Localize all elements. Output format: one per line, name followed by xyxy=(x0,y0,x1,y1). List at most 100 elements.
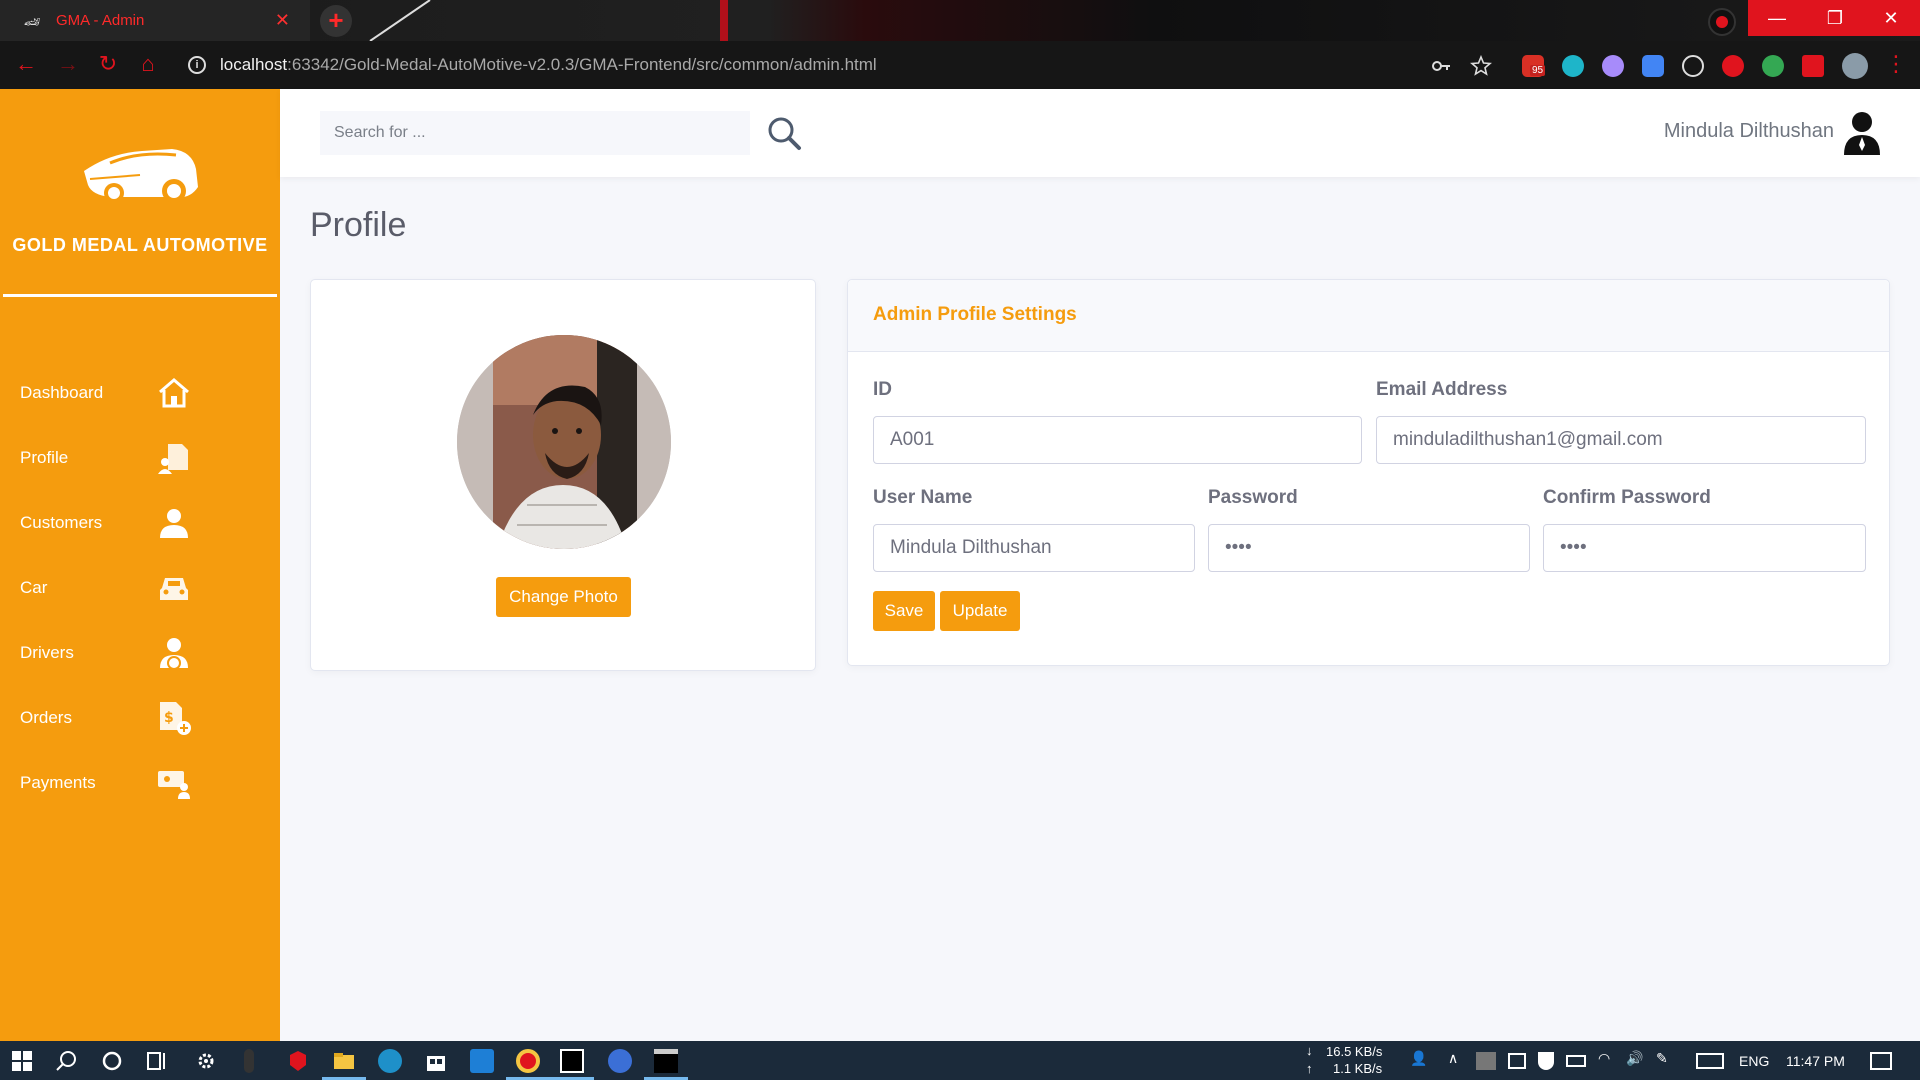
extension-globe-icon[interactable] xyxy=(1762,55,1784,77)
sidebar-item-label: Dashboard xyxy=(20,383,104,402)
chrome-menu-icon[interactable]: ⋮ xyxy=(1884,52,1908,76)
touch-keyboard-icon[interactable] xyxy=(1696,1053,1724,1069)
pen-app-icon[interactable] xyxy=(244,1049,254,1073)
file-explorer-icon[interactable] xyxy=(332,1049,356,1073)
settings-gear-icon[interactable] xyxy=(194,1049,218,1073)
extension-record-icon[interactable] xyxy=(1708,8,1736,36)
task-view-icon[interactable] xyxy=(144,1049,168,1073)
wifi-icon[interactable]: ◠ xyxy=(1598,1050,1610,1067)
tray-app-icon[interactable] xyxy=(1476,1052,1496,1070)
volume-icon[interactable]: 🔊 xyxy=(1626,1050,1643,1067)
sidebar-item-customers[interactable]: Customers xyxy=(0,498,280,548)
react-devtools-icon[interactable] xyxy=(1682,55,1704,77)
new-tab-button[interactable]: + xyxy=(320,5,352,37)
extension-m-icon[interactable] xyxy=(1562,55,1584,77)
decorative-stripe-red xyxy=(720,0,728,41)
download-speed: 16.5 KB/s xyxy=(1326,1044,1383,1059)
translate-extension-icon[interactable] xyxy=(1642,55,1664,77)
change-photo-button[interactable]: Change Photo xyxy=(496,577,631,617)
card-title: Admin Profile Settings xyxy=(873,304,1077,325)
upload-speed: 1.1 KB/s xyxy=(1333,1061,1383,1076)
intellij-icon[interactable] xyxy=(560,1049,584,1073)
extensions-puzzle-icon[interactable] xyxy=(1802,55,1824,77)
show-hidden-icons-icon[interactable]: ∧ xyxy=(1448,1050,1458,1067)
user-avatar-icon[interactable] xyxy=(1842,111,1882,155)
restore-button[interactable]: ❐ xyxy=(1806,0,1864,36)
chrome-profile-avatar[interactable] xyxy=(1842,53,1868,79)
download-arrow-icon: ↓ xyxy=(1306,1043,1313,1058)
url-host: localhost xyxy=(220,55,288,74)
reload-icon[interactable]: ↻ xyxy=(96,52,120,76)
url-path: :63342/Gold-Medal-AutoMotive-v2.0.3/GMA-… xyxy=(287,55,877,74)
decorative-stripe xyxy=(369,0,431,41)
forward-icon[interactable]: → xyxy=(56,52,80,76)
people-icon[interactable]: 👤 xyxy=(1410,1050,1427,1067)
terminal-icon[interactable] xyxy=(654,1049,678,1073)
car-icon xyxy=(160,578,188,600)
password-label: Password xyxy=(1208,487,1298,508)
sidebar-item-label: Profile xyxy=(20,448,69,467)
top-header: Mindula Dilthushan xyxy=(280,89,1920,177)
clock-time[interactable]: 11:47 PM xyxy=(1786,1053,1845,1069)
brand-name: GOLD MEDAL AUTOMOTIVE xyxy=(12,235,268,255)
red-app-icon[interactable] xyxy=(286,1049,310,1073)
notifications-icon[interactable] xyxy=(1870,1052,1892,1070)
confirm-password-field[interactable] xyxy=(1543,524,1866,572)
car-favicon-icon: 🏎 xyxy=(24,13,41,29)
cortana-icon[interactable] xyxy=(100,1049,124,1073)
chrome-taskbar-icon[interactable] xyxy=(516,1049,540,1073)
edge-browser-icon[interactable] xyxy=(378,1049,402,1073)
back-icon[interactable]: ← xyxy=(14,52,38,76)
windows-start-icon[interactable] xyxy=(10,1049,34,1073)
order-dollar-icon: $ xyxy=(160,702,191,735)
battery-icon[interactable] xyxy=(1566,1055,1586,1067)
sidebar-item-label: Orders xyxy=(20,708,72,727)
bookmark-star-icon[interactable] xyxy=(1470,55,1492,77)
pen-workspace-icon[interactable]: ✎ xyxy=(1656,1050,1668,1067)
home-browser-icon[interactable]: ⌂ xyxy=(136,52,160,76)
close-window-button[interactable]: ✕ xyxy=(1862,0,1920,36)
browser-tab[interactable]: 🏎 GMA - Admin ✕ xyxy=(0,0,310,41)
sidebar-item-car[interactable]: Car xyxy=(0,563,280,613)
gma-car-logo xyxy=(84,149,198,203)
minimize-button[interactable]: — xyxy=(1748,0,1806,36)
card-header: Admin Profile Settings xyxy=(848,280,1889,352)
sidebar-item-drivers[interactable]: Drivers xyxy=(0,628,280,678)
profile-photo xyxy=(457,335,671,549)
user-name[interactable]: Mindula Dilthushan xyxy=(1664,120,1834,143)
close-tab-icon[interactable]: ✕ xyxy=(275,10,290,31)
store-icon[interactable] xyxy=(424,1049,448,1073)
extension-drop-icon[interactable] xyxy=(1602,55,1624,77)
extension-hand-icon[interactable] xyxy=(1722,55,1744,77)
gmail-extension-icon[interactable]: 95 xyxy=(1522,55,1546,77)
password-field[interactable] xyxy=(1208,524,1530,572)
email-field[interactable] xyxy=(1376,416,1866,464)
mail-icon[interactable] xyxy=(470,1049,494,1073)
address-bar[interactable]: i localhost :63342/Gold-Medal-AutoMotive… xyxy=(176,47,1476,83)
site-info-icon[interactable]: i xyxy=(188,56,206,74)
svg-text:$: $ xyxy=(164,710,174,726)
key-icon[interactable] xyxy=(1430,55,1452,77)
security-shield-icon[interactable] xyxy=(1538,1052,1554,1070)
sidebar-item-dashboard[interactable]: Dashboard xyxy=(0,368,280,418)
username-field[interactable] xyxy=(873,524,1195,572)
payment-icon xyxy=(158,771,190,799)
meet-now-icon[interactable] xyxy=(1508,1053,1526,1069)
search-icon[interactable] xyxy=(766,115,802,151)
username-label: User Name xyxy=(873,487,973,508)
profile-file-icon xyxy=(158,444,188,474)
drop-app-icon[interactable] xyxy=(608,1049,632,1073)
sidebar-item-profile[interactable]: Profile xyxy=(0,433,280,483)
sidebar-item-payments[interactable]: Payments xyxy=(0,758,280,808)
id-field[interactable] xyxy=(873,416,1362,464)
search-input[interactable] xyxy=(320,111,750,155)
admin-profile-settings-card: Admin Profile Settings ID Email Address … xyxy=(847,279,1890,666)
upload-arrow-icon: ↑ xyxy=(1306,1061,1313,1076)
update-button[interactable]: Update xyxy=(940,591,1020,631)
email-label: Email Address xyxy=(1376,379,1508,400)
sidebar-item-orders[interactable]: Orders $ xyxy=(0,693,280,743)
input-language[interactable]: ENG xyxy=(1739,1053,1769,1069)
search-taskbar-icon[interactable] xyxy=(55,1049,79,1073)
windows-taskbar: ↓ 16.5 KB/s ↑ 1.1 KB/s 👤 ∧ ◠ 🔊 ✎ ENG 11:… xyxy=(0,1041,1920,1080)
save-button[interactable]: Save xyxy=(873,591,935,631)
